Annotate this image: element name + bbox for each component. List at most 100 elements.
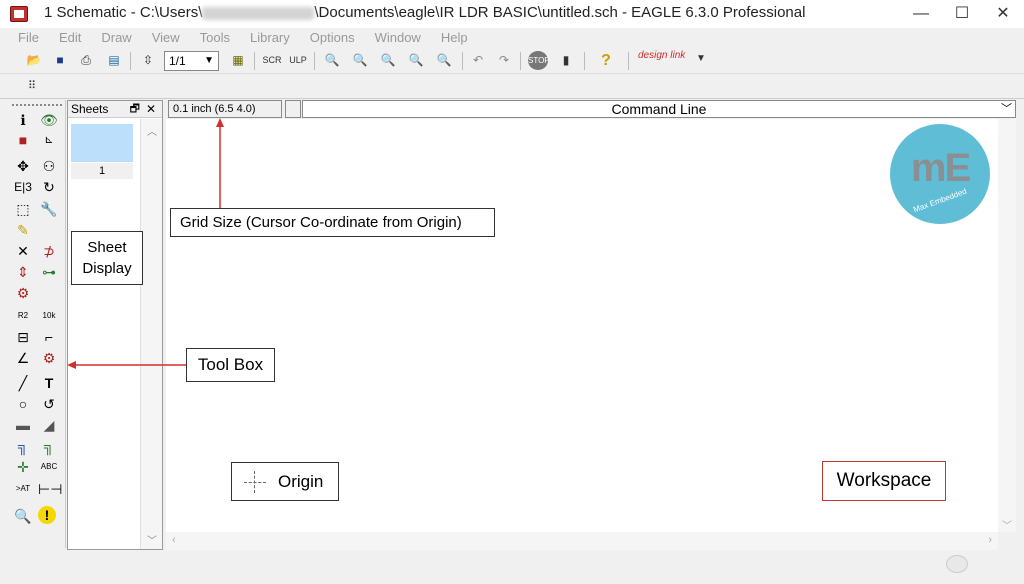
undo-icon[interactable]: ↶ xyxy=(468,51,488,70)
menu-edit[interactable]: Edit xyxy=(49,28,91,48)
chevron-down-icon[interactable]: ﹀ xyxy=(1001,101,1012,117)
group-icon[interactable]: ⬚ xyxy=(12,199,34,219)
menu-bar: File Edit Draw View Tools Library Option… xyxy=(8,28,478,48)
sheet-select-icon[interactable]: ⇳ xyxy=(138,51,158,70)
horizontal-scrollbar[interactable]: ‹ › xyxy=(166,532,998,550)
window-title: 1 Schematic - C:\Users\ \Documents\eagle\… xyxy=(44,4,805,21)
paste-icon[interactable]: ✎ xyxy=(12,220,34,240)
chevron-down-icon: ▼ xyxy=(204,55,214,66)
print-icon[interactable]: ⎙ xyxy=(76,51,96,70)
sheets-scrollbar[interactable]: ︿ ﹀ xyxy=(140,119,162,549)
grid-dots-icon[interactable]: ⠿ xyxy=(22,77,42,96)
show-icon[interactable]: 👁 xyxy=(38,110,60,130)
text-icon[interactable]: T xyxy=(38,373,60,393)
menu-options[interactable]: Options xyxy=(300,28,365,48)
replace-icon[interactable]: ⚙ xyxy=(12,283,34,303)
zoom-select-icon[interactable]: 🔍 xyxy=(434,51,454,70)
close-button[interactable]: ✕ xyxy=(984,0,1022,28)
menu-file[interactable]: File xyxy=(8,28,49,48)
zoom-fit-icon[interactable]: 🔍 xyxy=(322,51,342,70)
go-icon[interactable]: ▮ xyxy=(556,51,576,70)
menu-draw[interactable]: Draw xyxy=(91,28,141,48)
menu-window[interactable]: Window xyxy=(365,28,431,48)
board-icon[interactable]: ▦ xyxy=(228,51,248,70)
miter-icon[interactable]: ⌐ xyxy=(38,327,60,347)
info-icon[interactable]: ℹ xyxy=(12,110,34,130)
redacted-username xyxy=(202,6,315,20)
command-line-label: Command Line xyxy=(611,101,707,117)
designlink-button[interactable]: design link xyxy=(638,51,685,61)
menu-view[interactable]: View xyxy=(142,28,190,48)
add-icon[interactable]: ⊅ xyxy=(38,241,60,261)
window-title-suffix: \Documents\eagle\IR LDR BASIC\untitled.s… xyxy=(314,4,806,21)
ulp-icon[interactable]: ULP xyxy=(288,51,308,70)
help-icon[interactable]: ? xyxy=(596,51,616,70)
script-icon[interactable]: SCR xyxy=(262,51,282,70)
close-icon[interactable]: ✕ xyxy=(146,101,156,118)
chevron-down-icon[interactable]: ▼ xyxy=(696,53,706,64)
menu-library[interactable]: Library xyxy=(240,28,300,48)
undock-icon[interactable]: 🗗 xyxy=(130,101,140,118)
chevron-down-icon[interactable]: ﹀ xyxy=(147,532,157,547)
open-icon[interactable]: 📂 xyxy=(24,51,44,70)
menu-tools[interactable]: Tools xyxy=(190,28,240,48)
chevron-left-icon[interactable]: ‹ xyxy=(172,534,176,546)
cam-icon[interactable]: ▤ xyxy=(104,51,124,70)
vertical-scrollbar[interactable]: ﹀ xyxy=(998,119,1016,532)
net-icon[interactable]: ╗ xyxy=(38,436,60,456)
value-icon[interactable]: 10k xyxy=(38,306,60,326)
minimize-button[interactable]: — xyxy=(902,0,940,28)
chevron-right-icon[interactable]: › xyxy=(988,534,992,546)
arc-icon[interactable]: ↺ xyxy=(38,394,60,414)
display-icon[interactable]: ■ xyxy=(12,130,34,150)
rotate-icon[interactable]: ↻ xyxy=(38,177,60,197)
redo-icon[interactable]: ↷ xyxy=(494,51,514,70)
wire-icon[interactable]: ╱ xyxy=(12,373,34,393)
chevron-down-icon[interactable]: ﹀ xyxy=(1002,517,1012,532)
erc-icon[interactable]: 🔍 xyxy=(12,506,34,526)
polygon-icon[interactable]: ◢ xyxy=(38,415,60,435)
delete-icon[interactable]: ✕ xyxy=(12,241,34,261)
zoom-in-icon[interactable]: 🔍 xyxy=(350,51,370,70)
circle-icon[interactable]: ○ xyxy=(12,394,34,414)
junction-icon[interactable]: ✛ xyxy=(12,457,34,477)
stop-icon[interactable]: STOP xyxy=(528,51,550,70)
parameter-toolbar: ⠿ xyxy=(0,74,1024,99)
toolbox-grip[interactable] xyxy=(12,104,62,106)
status-bar xyxy=(0,550,1024,584)
sheets-header: Sheets 🗗 ✕ xyxy=(68,101,162,118)
dimension-icon[interactable]: ⊢⊣ xyxy=(38,479,62,499)
errors-icon[interactable]: ! xyxy=(38,506,56,524)
chevron-up-icon[interactable]: ︿ xyxy=(147,123,157,138)
sheet-zoom-select[interactable]: 1/1 ▼ xyxy=(164,51,219,71)
maximize-button[interactable]: ☐ xyxy=(943,0,981,28)
copy-icon[interactable]: ⚇ xyxy=(38,156,60,176)
command-line-input[interactable]: Command Line ﹀ xyxy=(302,100,1016,118)
move-icon[interactable]: ✥ xyxy=(12,156,34,176)
mark-icon[interactable]: ⊾ xyxy=(38,130,60,150)
menu-help[interactable]: Help xyxy=(431,28,478,48)
gateswap-icon[interactable]: ⊶ xyxy=(38,262,60,282)
invoke-icon[interactable]: ⚙ xyxy=(38,348,60,368)
attribute-icon[interactable]: >AT xyxy=(12,479,34,499)
sheet-number: 1 xyxy=(71,163,133,179)
pinswap-icon[interactable]: ⇕ xyxy=(12,262,34,282)
label-icon[interactable]: ABC xyxy=(38,457,60,477)
change-icon[interactable]: 🔧 xyxy=(38,199,60,219)
split-icon[interactable]: ∠ xyxy=(12,348,34,368)
name-icon[interactable]: R2 xyxy=(12,306,34,326)
sheet-zoom-value: 1/1 xyxy=(169,54,186,68)
sheet-thumbnail[interactable] xyxy=(71,124,133,162)
mirror-icon[interactable]: E|3 xyxy=(12,177,34,197)
rect-icon[interactable]: ▬ xyxy=(12,415,34,435)
redraw-icon[interactable]: 🔍 xyxy=(406,51,426,70)
zoom-out-icon[interactable]: 🔍 xyxy=(378,51,398,70)
origin-cross-icon xyxy=(254,471,255,493)
origin-cross-icon xyxy=(244,482,266,483)
eagle-app-icon[interactable] xyxy=(10,6,28,22)
save-icon[interactable]: ■ xyxy=(50,51,70,70)
bus-icon[interactable]: ╗ xyxy=(12,436,34,456)
workspace-annotation: Workspace xyxy=(822,461,946,501)
smash-icon[interactable]: ⊟ xyxy=(12,327,34,347)
title-bar: 1 Schematic - C:\Users\ \Documents\eagle\… xyxy=(0,0,1024,28)
